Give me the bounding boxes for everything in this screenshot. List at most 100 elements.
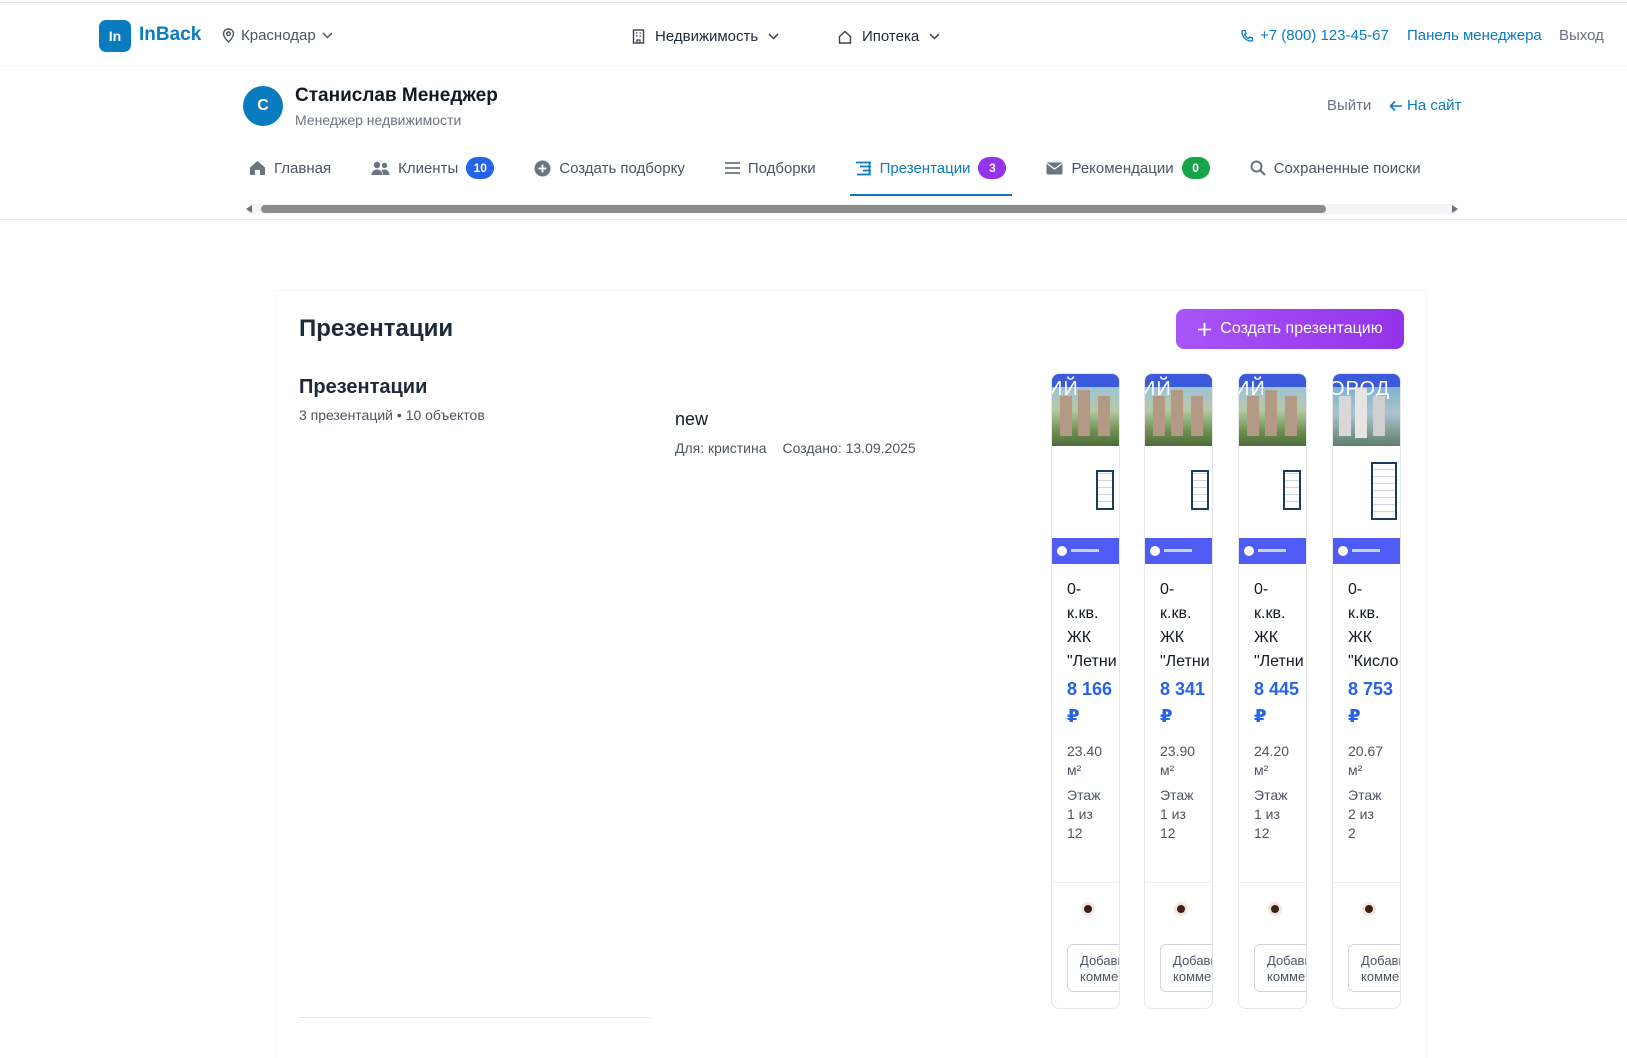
property-title: 0- к.кв. ЖК "Летни — [1254, 581, 1304, 670]
city-selector[interactable]: Краснодар — [222, 27, 333, 44]
recommendations-count-badge: 0 — [1181, 157, 1210, 179]
tab-label: Создать подборку — [559, 159, 685, 177]
property-area: 23.40 м² — [1067, 743, 1103, 778]
section-title: Презентации — [299, 376, 428, 398]
house-icon — [838, 30, 852, 44]
property-title: 0- к.кв. ЖК "Летни — [1160, 581, 1210, 670]
presentation-created-date: Создано: 13.09.2025 — [782, 440, 916, 456]
clients-count-badge: 10 — [466, 157, 495, 179]
tab-label: Клиенты — [398, 159, 459, 177]
property-photo: ИЙ — [1239, 374, 1306, 446]
property-floor: Этаж 1 из 12 — [1160, 787, 1194, 841]
property-card[interactable]: ОРОД 0-к.кв.ЖК"Кисло 8 753₽ 20.67м² Этаж… — [1332, 373, 1401, 1009]
property-floor: Этаж 1 из 12 — [1067, 787, 1101, 841]
manager-panel-link[interactable]: Панель менеджера — [1407, 27, 1542, 44]
property-area: 24.20 м² — [1254, 743, 1290, 778]
tab-create-selection[interactable]: Создать подборку — [528, 148, 691, 188]
developer-banner — [1052, 538, 1119, 564]
floor-plan-image — [1145, 446, 1212, 538]
plus-icon — [1198, 322, 1212, 336]
tab-selections[interactable]: Подборки — [719, 148, 822, 188]
nav-mortgage-dropdown[interactable]: Ипотека — [838, 28, 940, 45]
tab-presentations[interactable]: Презентации 3 — [849, 148, 1013, 196]
add-comment-button[interactable]: Добавикомме — [1067, 944, 1119, 992]
floor-plan-image — [1239, 446, 1306, 538]
scroll-left-icon[interactable] — [246, 205, 252, 213]
tab-home[interactable]: Главная — [243, 148, 337, 188]
view-eye-icon[interactable] — [1268, 902, 1282, 916]
property-price: 8 753 ₽ — [1348, 679, 1394, 726]
presentations-panel: Презентации Создать презентацию Презента… — [275, 290, 1427, 1058]
phone-icon — [1241, 29, 1254, 42]
property-title: 0- к.кв. ЖК "Летни — [1067, 581, 1117, 670]
avatar: С — [243, 86, 283, 126]
location-pin-icon — [222, 28, 235, 43]
nav-realty-label: Недвижимость — [655, 28, 759, 45]
back-to-site-label: На сайт — [1407, 97, 1462, 114]
home-icon — [250, 161, 265, 175]
property-card[interactable]: ИЙ 0-к.кв.ЖК"Летни 8 166₽ 23.40м² Этаж1 … — [1051, 373, 1120, 1009]
presentations-count-badge: 3 — [978, 157, 1007, 179]
logo-text[interactable]: InBack — [139, 24, 201, 46]
add-comment-button[interactable]: Добавикомме — [1348, 944, 1400, 992]
chevron-down-icon — [929, 33, 940, 40]
tab-recommendations[interactable]: Рекомендации 0 — [1040, 148, 1215, 188]
tab-saved-searches[interactable]: Сохраненные поиски — [1244, 148, 1427, 188]
add-comment-button[interactable]: Добавикомме — [1254, 944, 1306, 992]
arrow-left-icon — [1389, 100, 1402, 111]
scroll-right-icon[interactable] — [1452, 205, 1458, 213]
property-photo: ОРОД — [1333, 374, 1400, 446]
view-eye-icon[interactable] — [1174, 902, 1188, 916]
property-area: 23.90 м² — [1160, 743, 1196, 778]
manager-tabs: Главная Клиенты 10 Создать подборку Подб… — [243, 148, 1455, 198]
profile-exit-link[interactable]: Выйти — [1327, 97, 1371, 114]
property-card[interactable]: ИЙ 0-к.кв.ЖК"Летни 8 341₽ 23.90м² Этаж1 … — [1144, 373, 1213, 1009]
phone-number: +7 (800) 123-45-67 — [1260, 27, 1389, 44]
scrollbar-thumb[interactable] — [261, 205, 1326, 213]
tab-clients[interactable]: Клиенты 10 — [365, 148, 500, 188]
add-comment-button[interactable]: Добавикомме — [1160, 944, 1212, 992]
property-photo: ИЙ — [1145, 374, 1212, 446]
nav-realty-dropdown[interactable]: Недвижимость — [632, 28, 779, 45]
page-title: Презентации — [299, 315, 454, 342]
divider — [299, 1017, 651, 1018]
back-to-site-link[interactable]: На сайт — [1389, 97, 1461, 114]
property-title: 0- к.кв. ЖК "Кисло — [1348, 581, 1399, 670]
property-card[interactable]: ИЙ 0-к.кв.ЖК"Летни 8 445₽ 24.20м² Этаж1 … — [1238, 373, 1307, 1009]
nav-mortgage-label: Ипотека — [862, 28, 920, 45]
property-price: 8 341 ₽ — [1160, 679, 1206, 726]
presentation-icon — [855, 161, 871, 175]
envelope-icon — [1046, 162, 1063, 174]
view-eye-icon[interactable] — [1362, 902, 1376, 916]
create-presentation-button[interactable]: Создать презентацию — [1176, 309, 1404, 349]
presentation-client: Для: кристина — [675, 440, 767, 456]
view-eye-icon[interactable] — [1081, 902, 1095, 916]
floor-plan-image — [1333, 446, 1400, 538]
property-floor: Этаж 2 из 2 — [1348, 787, 1382, 841]
property-photo: ИЙ — [1052, 374, 1119, 446]
developer-banner — [1145, 538, 1212, 564]
logo-icon[interactable]: In — [99, 20, 131, 52]
create-presentation-label: Создать презентацию — [1220, 320, 1383, 337]
property-price: 8 445 ₽ — [1254, 679, 1300, 726]
tab-label: Подборки — [747, 159, 816, 177]
property-area: 20.67 м² — [1348, 743, 1384, 778]
phone-link[interactable]: +7 (800) 123-45-67 — [1240, 27, 1389, 44]
city-label: Краснодар — [241, 27, 316, 44]
chevron-down-icon — [322, 32, 333, 39]
developer-banner — [1333, 538, 1400, 564]
tab-label: Сохраненные поиски — [1273, 159, 1421, 177]
tab-label: Главная — [274, 159, 332, 177]
developer-banner — [1239, 538, 1306, 564]
manager-role: Менеджер недвижимости — [295, 112, 462, 128]
chevron-down-icon — [768, 33, 779, 40]
tabs-scrollbar[interactable] — [246, 204, 1458, 214]
presentation-title[interactable]: new — [675, 409, 708, 430]
logout-link[interactable]: Выход — [1559, 27, 1604, 44]
property-price: 8 166 ₽ — [1067, 679, 1113, 726]
tab-label: Рекомендации — [1071, 159, 1174, 177]
floor-plan-image — [1052, 446, 1119, 538]
users-icon — [371, 161, 390, 175]
top-navbar: In InBack Краснодар Недвижимость Ипотека… — [0, 2, 1627, 66]
search-icon — [1250, 160, 1266, 176]
